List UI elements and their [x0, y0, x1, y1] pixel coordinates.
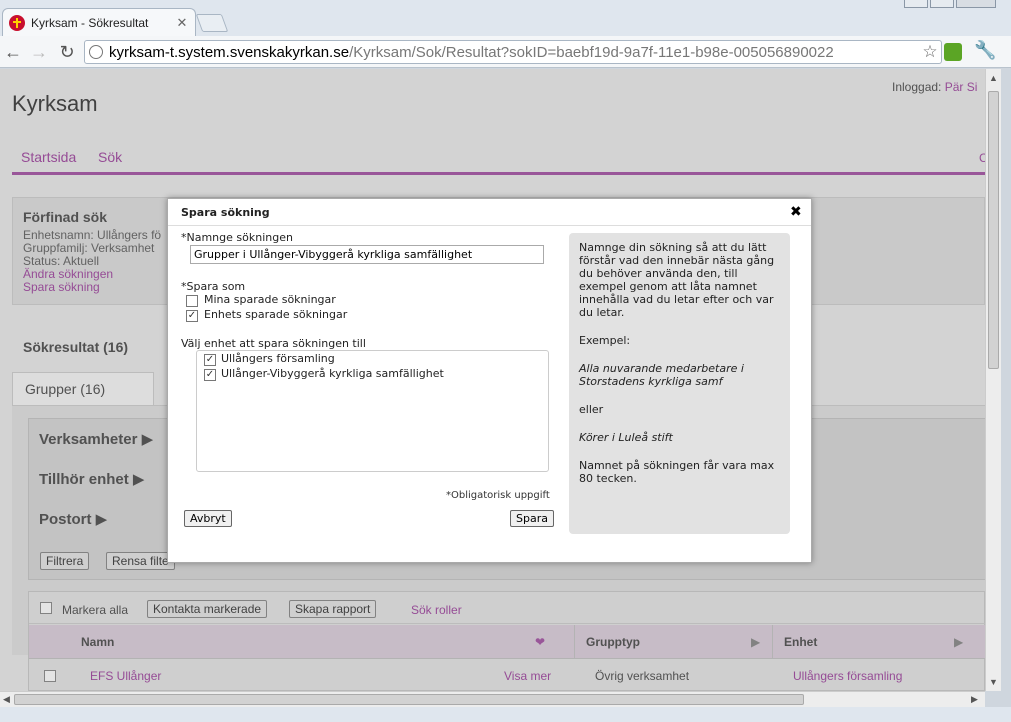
url-text[interactable]: kyrksam-t.system.svenskakyrkan.se/Kyrksa… — [109, 44, 919, 61]
help-limit: Namnet på sökningen får vara max 80 teck… — [579, 459, 775, 485]
window-bottom-frame — [0, 707, 1011, 722]
new-tab-button[interactable] — [195, 14, 229, 32]
choose-unit-label: Välj enhet att spara sökningen till — [181, 337, 366, 350]
evernote-extension-icon[interactable] — [944, 43, 962, 61]
page-viewport: Kyrksam Inloggad: Pär Si Startsida Sök C… — [0, 69, 985, 691]
horizontal-scrollbar[interactable]: ◀ ▶ — [0, 691, 985, 707]
browser-tab[interactable]: Kyrksam - Sökresultat ✕ — [2, 8, 196, 36]
forward-arrow-icon[interactable]: → — [28, 41, 50, 63]
scroll-right-icon[interactable]: ▶ — [971, 694, 978, 705]
scroll-left-icon[interactable]: ◀ — [3, 694, 10, 705]
unit-label-ullanger: Ullångers församling — [221, 352, 335, 365]
close-tab-icon[interactable]: ✕ — [175, 15, 189, 31]
unit-checkbox-samfallighet[interactable]: ✓ — [204, 369, 216, 381]
reload-icon[interactable]: ↻ — [56, 41, 78, 63]
unit-checkbox-ullanger[interactable]: ✓ — [204, 354, 216, 366]
help-or: eller — [579, 403, 604, 416]
bookmark-star-icon[interactable]: ☆ — [919, 42, 941, 62]
minimize-button[interactable] — [904, 0, 928, 8]
tab-title: Kyrksam - Sökresultat — [31, 15, 149, 30]
save-button[interactable]: Spara — [510, 510, 554, 527]
church-logo-icon — [9, 14, 25, 31]
unit-list: ✓ Ullångers församling ✓ Ullånger-Vibygg… — [196, 350, 549, 472]
vertical-scrollbar[interactable]: ▲ ▼ — [985, 69, 1001, 691]
wrench-menu-icon[interactable]: 🔧 — [974, 40, 996, 61]
save-search-dialog: Spara sökning ✖ *Namnge sökningen *Spara… — [167, 198, 812, 563]
unit-saved-searches-label: Enhets sparade sökningar — [204, 308, 348, 321]
address-bar[interactable]: kyrksam-t.system.svenskakyrkan.se/Kyrksa… — [84, 40, 942, 64]
help-intro: Namnge din sökning så att du lätt förstå… — [579, 241, 775, 319]
maximize-button[interactable] — [930, 0, 954, 8]
help-example-label: Exempel: — [579, 334, 631, 347]
globe-icon — [89, 45, 103, 59]
help-example-1: Alla nuvarande medarbetare i Storstadens… — [579, 362, 744, 388]
required-note: *Obligatorisk uppgift — [446, 490, 550, 501]
browser-tabstrip: Kyrksam - Sökresultat ✕ — [0, 0, 1011, 36]
vertical-scroll-thumb[interactable] — [988, 91, 999, 369]
help-example-2: Körer i Luleå stift — [579, 431, 673, 444]
my-saved-searches-label: Mina sparade sökningar — [204, 293, 336, 306]
back-arrow-icon[interactable]: ← — [2, 41, 24, 63]
help-box: Namnge din sökning så att du lätt förstå… — [569, 233, 790, 534]
search-name-input[interactable] — [190, 245, 544, 264]
window-close-button[interactable] — [956, 0, 996, 8]
scroll-up-icon[interactable]: ▲ — [989, 73, 998, 83]
horizontal-scroll-thumb[interactable] — [14, 694, 804, 705]
unit-label-samfallighet: Ullånger-Vibyggerå kyrkliga samfällighet — [221, 367, 444, 380]
dialog-title: Spara sökning — [168, 199, 811, 226]
browser-toolbar: ← → ↻ kyrksam-t.system.svenskakyrkan.se/… — [0, 36, 1011, 68]
cancel-button[interactable]: Avbryt — [184, 510, 232, 527]
save-as-label: *Spara som — [181, 280, 246, 293]
unit-saved-searches-checkbox[interactable]: ✓ — [186, 310, 198, 322]
scroll-down-icon[interactable]: ▼ — [989, 677, 998, 687]
close-icon[interactable]: ✖ — [790, 204, 802, 220]
my-saved-searches-checkbox[interactable] — [186, 295, 198, 307]
search-name-label: *Namnge sökningen — [181, 231, 293, 244]
